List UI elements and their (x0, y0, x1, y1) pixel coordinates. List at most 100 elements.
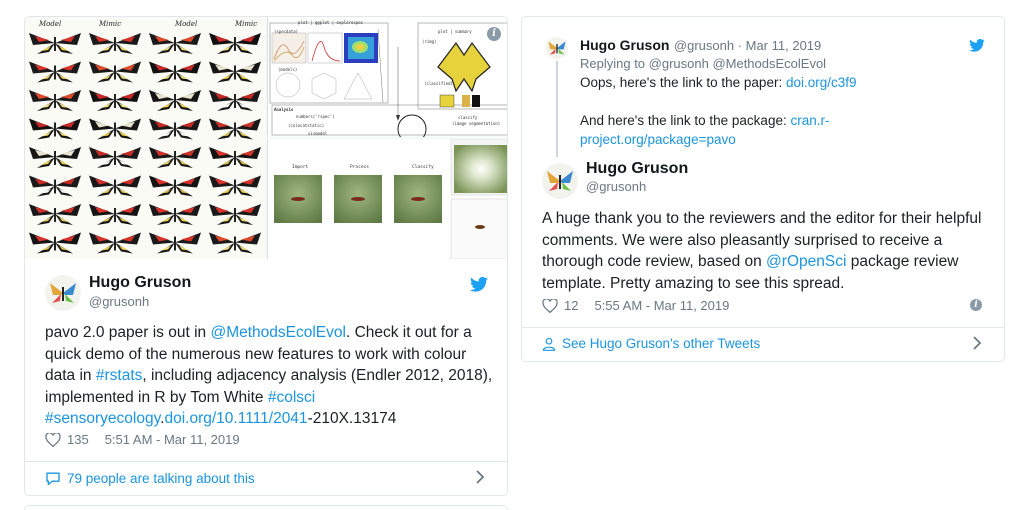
workflow-diagram-image[interactable]: plot | ggplot | explorespec plot | summa… (267, 17, 507, 137)
butterfly-specimen (29, 147, 81, 168)
info-icon[interactable]: i (970, 299, 982, 311)
other-tweets-link[interactable]: See Hugo Gruson's other Tweets (542, 336, 760, 351)
diagram-label: plot | summary (438, 29, 472, 34)
replying-to: Replying to @grusonh @MethodsEcolEvol (580, 56, 827, 71)
like-count[interactable]: 12 (564, 298, 578, 313)
chevron-right-icon[interactable] (972, 336, 982, 353)
tweet-text: pavo 2.0 paper is out in @MethodsEcolEvo… (45, 322, 495, 430)
butterfly-plate-image[interactable]: Model Mimic Model Mimic (25, 17, 265, 259)
diagram-label: plot | ggplot | explorespec (298, 20, 364, 25)
tweet-media-grid[interactable]: Model Mimic Model Mimic plot | ggplot | … (25, 17, 507, 259)
divider (522, 327, 1004, 328)
diagram-label: (rimg) (422, 39, 437, 44)
author-name[interactable]: Hugo Gruson (586, 160, 688, 178)
tweet-card-right[interactable]: Hugo Gruson @grusonh · Mar 11, 2019 Repl… (521, 16, 1005, 362)
reply-header[interactable]: Hugo Gruson @grusonh · Mar 11, 2019 (580, 37, 821, 55)
butterfly-specimen (29, 118, 81, 140)
chevron-right-icon[interactable] (475, 470, 485, 487)
tweet-meta: 135 5:51 AM - Mar 11, 2019 (45, 432, 240, 447)
butterfly-specimen (89, 204, 141, 225)
reply-avatar-wrap[interactable] (546, 37, 568, 59)
like-count[interactable]: 135 (67, 432, 89, 447)
hashtag-link[interactable]: #rstats (96, 367, 143, 384)
text-part: pavo 2.0 paper is out in (45, 324, 211, 341)
tweet-card-left[interactable]: Model Mimic Model Mimic plot | ggplot | … (24, 16, 508, 496)
hashtag-link[interactable]: #colsci (268, 389, 315, 406)
reply-handle-date[interactable]: @grusonh · Mar 11, 2019 (674, 38, 821, 53)
butterfly-specimen (209, 175, 261, 197)
diagram-label: (models) (278, 67, 298, 72)
diagram-label: Analysis (274, 107, 294, 112)
mention-link[interactable]: @rOpenSci (766, 253, 846, 270)
butterfly-avatar-icon (50, 283, 76, 303)
butterfly-specimen (149, 147, 201, 168)
twitter-bird-icon[interactable] (470, 277, 488, 292)
butterfly-grid-graphic (29, 33, 261, 254)
diagram-label: (specdata) (274, 29, 299, 34)
diagram-label: vismodel (308, 131, 328, 136)
butterfly-specimen (29, 204, 81, 225)
butterfly-specimen (209, 61, 261, 83)
butterfly-specimen (149, 61, 201, 83)
tweet-timestamp[interactable]: 5:51 AM - Mar 11, 2019 (105, 432, 240, 447)
butterfly-specimen (209, 204, 261, 225)
butterfly-specimen (209, 90, 261, 111)
text-part: Oops, here's the link to the paper: (580, 75, 786, 90)
text-part: And here's the link to the package: (580, 113, 791, 128)
other-tweets-label: See Hugo Gruson's other Tweets (562, 336, 761, 351)
butterfly-specimen (149, 118, 201, 140)
divider (25, 461, 507, 462)
butterfly-specimen (29, 90, 81, 111)
diagram-label: numbers('rspec') (296, 114, 335, 119)
butterfly-specimen (149, 204, 201, 225)
paper-link[interactable]: doi.org/c3f9 (786, 75, 857, 90)
reply-author-name[interactable]: Hugo Gruson (580, 37, 669, 53)
author-name[interactable]: Hugo Gruson (89, 274, 191, 292)
avatar[interactable] (45, 275, 81, 311)
author-handle[interactable]: @grusonh (586, 179, 646, 194)
doi-link[interactable]: doi.org/10.1111/2041 (164, 410, 307, 427)
talking-label: 79 people are talking about this (67, 471, 255, 486)
butterfly-specimen (149, 232, 201, 254)
text-part: -210X.13174 (307, 410, 397, 427)
info-icon[interactable]: i (487, 27, 501, 41)
pipeline-steps-image[interactable]: Import Process Classify Analyse (267, 139, 507, 259)
twitter-bird-icon[interactable] (969, 39, 985, 52)
tweet-timestamp[interactable]: 5:55 AM - Mar 11, 2019 (594, 298, 729, 313)
butterfly-avatar-icon (547, 171, 573, 191)
heart-icon[interactable] (542, 298, 558, 313)
package-link[interactable]: cran.r- (790, 113, 829, 128)
reply-thread-line (556, 61, 558, 157)
diagram-label: (colocatstatic) (288, 123, 325, 128)
butterfly-specimen (89, 147, 141, 168)
butterfly-specimen (89, 175, 141, 197)
diagram-label: classify (458, 115, 478, 120)
mention-link[interactable]: @MethodsEcolEvol (210, 324, 346, 341)
heart-icon[interactable] (45, 432, 61, 447)
comment-bubble-icon (46, 472, 60, 486)
package-link[interactable]: project.org/package=pavo (580, 132, 736, 147)
hashtag-link[interactable]: #sensoryecology (45, 410, 160, 427)
butterfly-specimen (209, 33, 261, 54)
tweet-header[interactable] (45, 275, 81, 311)
butterfly-specimen (149, 33, 201, 54)
butterfly-specimen (29, 33, 81, 54)
butterfly-specimen (89, 118, 141, 140)
butterfly-specimen (209, 118, 261, 140)
tweet-text: A huge thank you to the reviewers and th… (542, 208, 992, 294)
avatar[interactable] (542, 163, 578, 199)
pipeline-photos-graphic (274, 139, 507, 259)
tweet-card-stub (24, 505, 508, 510)
butterfly-specimen (89, 90, 141, 111)
butterfly-specimen (149, 90, 201, 111)
butterfly-specimen (209, 232, 261, 254)
author-handle[interactable]: @grusonh (89, 294, 149, 309)
talking-link[interactable]: 79 people are talking about this (45, 471, 255, 486)
butterfly-specimen (89, 33, 141, 54)
butterfly-specimen (149, 175, 201, 197)
butterfly-specimen (29, 175, 81, 197)
avatar[interactable] (546, 37, 568, 59)
butterfly-avatar-icon (548, 41, 566, 55)
butterfly-specimen (209, 147, 261, 168)
tweet-header[interactable] (542, 163, 578, 199)
